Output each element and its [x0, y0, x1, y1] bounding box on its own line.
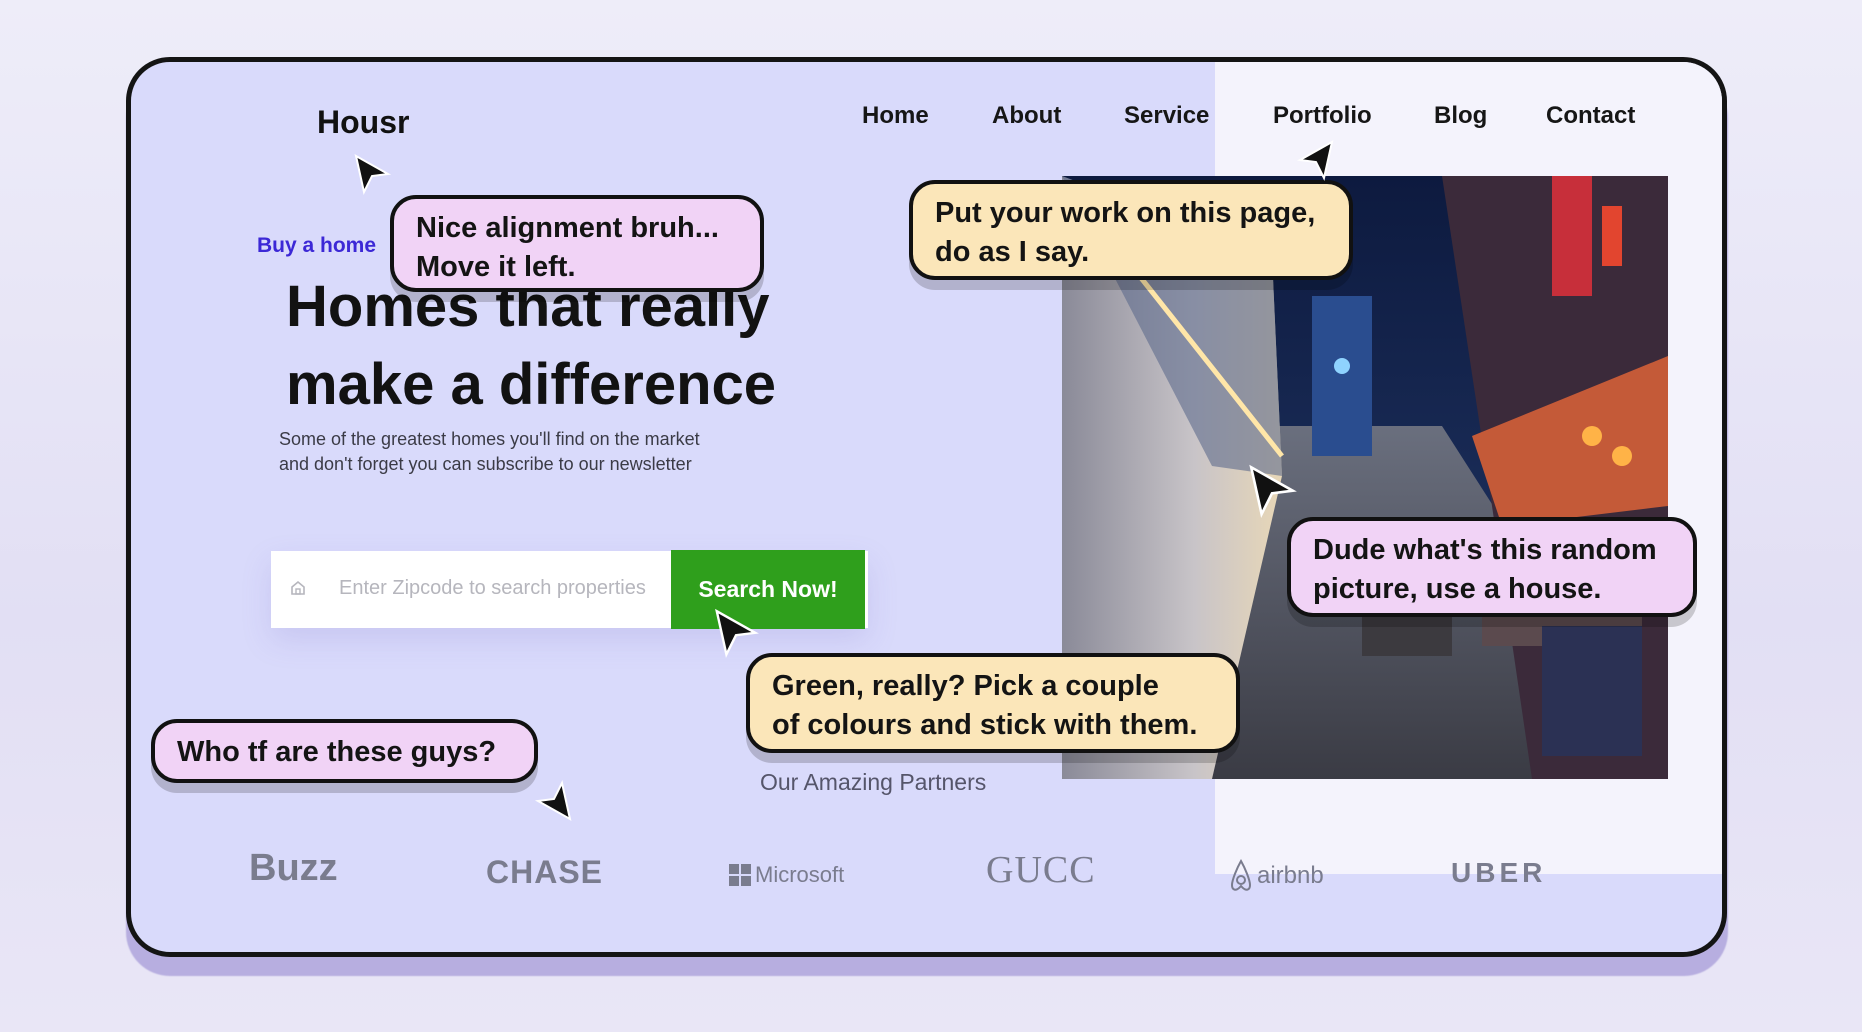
partner-logo-microsoft: Microsoft: [729, 862, 844, 888]
annotation-colours-line-1: Green, really? Pick a couple: [772, 670, 1159, 702]
airbnb-icon: [1230, 858, 1252, 891]
annotation-colours: Green, really? Pick a couple of colours …: [746, 653, 1240, 753]
nav-contact[interactable]: Contact: [1546, 102, 1635, 130]
annotation-picture-line-1: Dude what's this random: [1313, 534, 1657, 566]
zipcode-input[interactable]: Enter Zipcode to search properties: [339, 577, 646, 600]
nav-service[interactable]: Service: [1124, 102, 1209, 130]
cursor-arrow-icon: [1296, 140, 1334, 181]
hero-subtext: Some of the greatest homes you'll find o…: [279, 429, 700, 474]
partner-logo-chase: CHASE: [486, 854, 604, 890]
annotation-partners: Who tf are these guys?: [151, 719, 538, 783]
site-logo[interactable]: Housr: [317, 104, 409, 141]
partner-logo-gucc: GUCC: [986, 849, 1096, 891]
partner-logo-buzz: Buzz: [249, 847, 338, 889]
nav-about[interactable]: About: [992, 102, 1061, 130]
cursor-arrow-icon: [715, 608, 759, 658]
annotation-portfolio-line-1: Put your work on this page,: [935, 197, 1316, 229]
zipcode-search: Enter Zipcode to search properties Searc…: [271, 550, 868, 629]
annotation-alignment-line-2: Move it left.: [416, 251, 576, 283]
annotation-alignment: Nice alignment bruh... Move it left.: [390, 195, 764, 292]
annotation-portfolio-line-2: do as I say.: [935, 236, 1090, 268]
annotation-picture-line-2: picture, use a house.: [1313, 573, 1602, 605]
eyebrow-label: Buy a home: [257, 234, 377, 257]
nav-portfolio[interactable]: Portfolio: [1273, 102, 1372, 130]
nav-home[interactable]: Home: [862, 102, 929, 130]
airbnb-wordmark: airbnb: [1257, 862, 1324, 889]
home-icon: [291, 580, 305, 595]
headline-line-2: make a difference: [286, 352, 777, 417]
partners-title: Our Amazing Partners: [760, 769, 987, 795]
search-now-button[interactable]: Search Now!: [671, 550, 865, 629]
nav-blog[interactable]: Blog: [1434, 102, 1487, 130]
partner-logo-airbnb: airbnb: [1229, 858, 1324, 894]
annotation-portfolio: Put your work on this page, do as I say.: [909, 180, 1353, 280]
annotation-picture: Dude what's this random picture, use a h…: [1287, 517, 1697, 617]
annotation-colours-line-2: of colours and stick with them.: [772, 709, 1198, 741]
cursor-arrow-icon: [354, 154, 392, 195]
microsoft-windows-icon: [729, 864, 751, 886]
cursor-arrow-icon: [534, 780, 572, 821]
annotation-alignment-line-1: Nice alignment bruh...: [416, 212, 719, 244]
annotation-partners-line-1: Who tf are these guys?: [177, 736, 497, 768]
microsoft-wordmark: Microsoft: [755, 862, 845, 887]
partner-logo-uber: UBER: [1451, 857, 1547, 888]
cursor-arrow-icon: [1249, 464, 1297, 518]
